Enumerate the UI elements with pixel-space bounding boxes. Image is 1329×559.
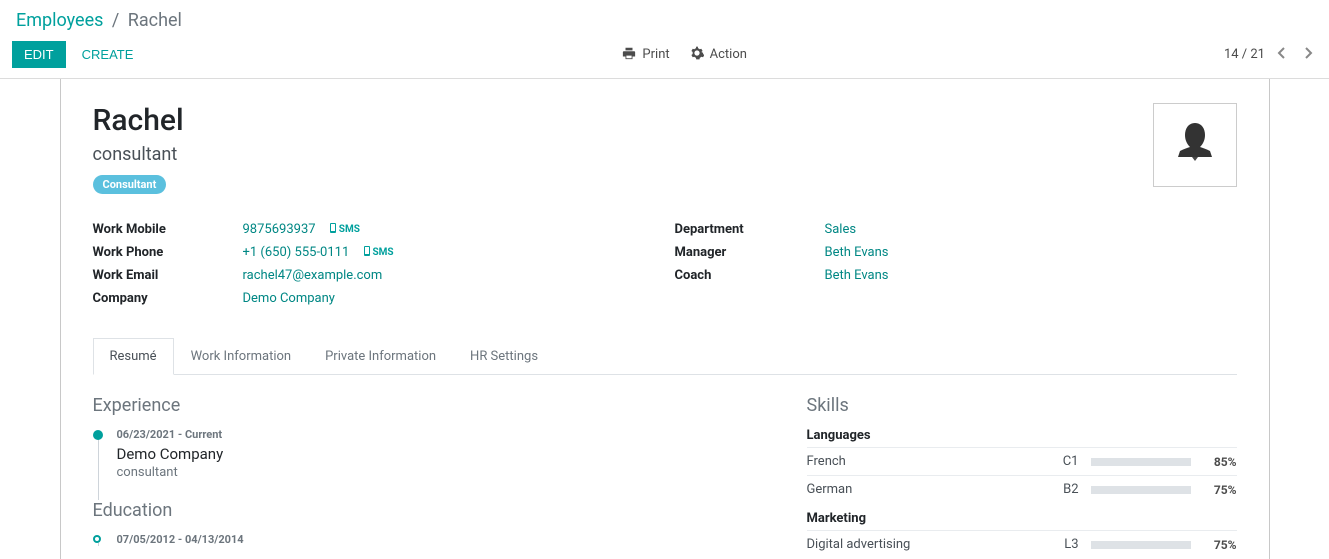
tabs: Resumé Work Information Private Informat…	[93, 338, 1237, 375]
sms-mobile-link[interactable]: SMS	[329, 223, 360, 236]
skill-level: C1	[1049, 454, 1079, 469]
department-label: Department	[675, 222, 825, 237]
tab-resume[interactable]: Resumé	[93, 338, 174, 375]
tab-work-information[interactable]: Work Information	[174, 338, 309, 375]
pager-next[interactable]	[1299, 45, 1317, 64]
work-email-label: Work Email	[93, 268, 243, 283]
sms-label: SMS	[339, 224, 360, 235]
manager-value[interactable]: Beth Evans	[825, 245, 889, 260]
breadcrumb-root[interactable]: Employees	[16, 10, 103, 31]
breadcrumb-current: Rachel	[128, 10, 182, 31]
tab-hr-settings[interactable]: HR Settings	[453, 338, 555, 375]
form-sheet: Rachel consultant Consultant Work Mobile…	[60, 79, 1270, 559]
skill-level: L3	[1049, 537, 1079, 552]
action-button[interactable]: Action	[690, 46, 747, 64]
action-label: Action	[710, 47, 747, 62]
experience-title: Experience	[93, 395, 757, 416]
toolbar: EDIT CREATE Print Action 14 / 21	[0, 37, 1329, 79]
experience-item: 06/23/2021 - Current Demo Company consul…	[117, 428, 757, 500]
skill-group-title: Marketing	[807, 511, 1237, 526]
pager: 14 / 21	[1224, 45, 1317, 64]
skills-title: Skills	[807, 395, 1237, 416]
mobile-icon	[329, 223, 337, 236]
skill-bar	[1091, 486, 1191, 494]
gear-icon	[690, 46, 704, 64]
pager-prev[interactable]	[1273, 45, 1291, 64]
sms-phone-link[interactable]: SMS	[363, 246, 394, 259]
mobile-icon	[363, 246, 371, 259]
skill-name: German	[807, 482, 1037, 497]
skill-row: Digital advertising L3 75%	[807, 530, 1237, 558]
employee-name: Rachel	[93, 103, 184, 138]
company-value[interactable]: Demo Company	[243, 291, 335, 306]
breadcrumb-separator: /	[112, 10, 119, 31]
work-phone-label: Work Phone	[93, 245, 243, 260]
timeline-dot-icon	[93, 430, 103, 440]
department-value[interactable]: Sales	[825, 222, 857, 237]
skill-name: Digital advertising	[807, 537, 1037, 552]
education-title: Education	[93, 500, 757, 521]
breadcrumb: Employees / Rachel	[0, 0, 1329, 37]
skill-percent: 85%	[1203, 455, 1237, 469]
avatar[interactable]	[1153, 103, 1237, 187]
employee-tag: Consultant	[93, 175, 167, 194]
coach-value[interactable]: Beth Evans	[825, 268, 889, 283]
avatar-icon	[1165, 115, 1225, 175]
sms-label: SMS	[373, 247, 394, 258]
edit-button[interactable]: EDIT	[12, 41, 66, 68]
company-label: Company	[93, 291, 243, 306]
work-phone-value[interactable]: +1 (650) 555-0111	[243, 245, 350, 260]
skill-percent: 75%	[1203, 538, 1237, 552]
skill-level: B2	[1049, 482, 1079, 497]
coach-label: Coach	[675, 268, 825, 283]
education-item: 07/05/2012 - 04/13/2014	[117, 533, 757, 546]
experience-role: consultant	[117, 465, 757, 480]
experience-company: Demo Company	[117, 445, 757, 463]
create-button[interactable]: CREATE	[70, 41, 146, 68]
skill-group-title: Languages	[807, 428, 1237, 443]
work-mobile-label: Work Mobile	[93, 222, 243, 237]
print-icon	[622, 46, 636, 64]
employee-subtitle: consultant	[93, 144, 184, 165]
work-mobile-value[interactable]: 9875693937	[243, 222, 316, 237]
work-email-value[interactable]: rachel47@example.com	[243, 268, 383, 283]
skill-percent: 75%	[1203, 483, 1237, 497]
print-button[interactable]: Print	[622, 46, 669, 64]
manager-label: Manager	[675, 245, 825, 260]
skill-bar	[1091, 541, 1191, 549]
skill-name: French	[807, 454, 1037, 469]
skill-row: German B2 75%	[807, 475, 1237, 503]
timeline-dot-icon	[93, 535, 101, 543]
experience-date: 06/23/2021 - Current	[117, 428, 757, 441]
print-label: Print	[642, 47, 669, 62]
pager-text: 14 / 21	[1224, 47, 1265, 62]
skill-row: French C1 85%	[807, 447, 1237, 475]
skill-bar	[1091, 458, 1191, 466]
education-date: 07/05/2012 - 04/13/2014	[117, 533, 757, 546]
tab-private-information[interactable]: Private Information	[308, 338, 453, 375]
